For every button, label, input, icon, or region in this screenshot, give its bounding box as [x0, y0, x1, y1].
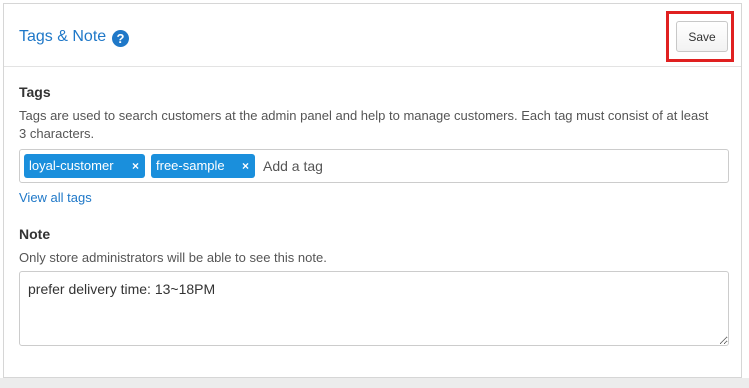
tags-label: Tags [19, 84, 51, 100]
panel-header: Tags & Note ? Save [4, 4, 741, 67]
panel-title: Tags & Note [19, 28, 107, 45]
view-all-tags-link[interactable]: View all tags [19, 190, 92, 205]
note-textarea[interactable]: prefer delivery time: 13~18PM [19, 271, 729, 346]
tag-label: loyal-customer [29, 158, 114, 173]
help-icon[interactable]: ? [112, 30, 129, 47]
page-background-strip [0, 378, 749, 388]
tag-chip: loyal-customer × [24, 154, 145, 178]
add-tag-input[interactable] [263, 156, 463, 176]
save-button[interactable]: Save [676, 21, 728, 52]
tag-label: free-sample [156, 158, 225, 173]
tag-chip: free-sample × [151, 154, 255, 178]
note-description: Only store administrators will be able t… [19, 250, 327, 265]
tags-description: Tags are used to search customers at the… [19, 108, 709, 141]
remove-tag-icon[interactable]: × [242, 154, 249, 178]
tags-note-panel: Tags & Note ? Save Tags Tags are used to… [3, 3, 742, 378]
tags-input-box[interactable]: loyal-customer × free-sample × [19, 149, 729, 183]
note-label: Note [19, 226, 51, 242]
remove-tag-icon[interactable]: × [132, 154, 139, 178]
